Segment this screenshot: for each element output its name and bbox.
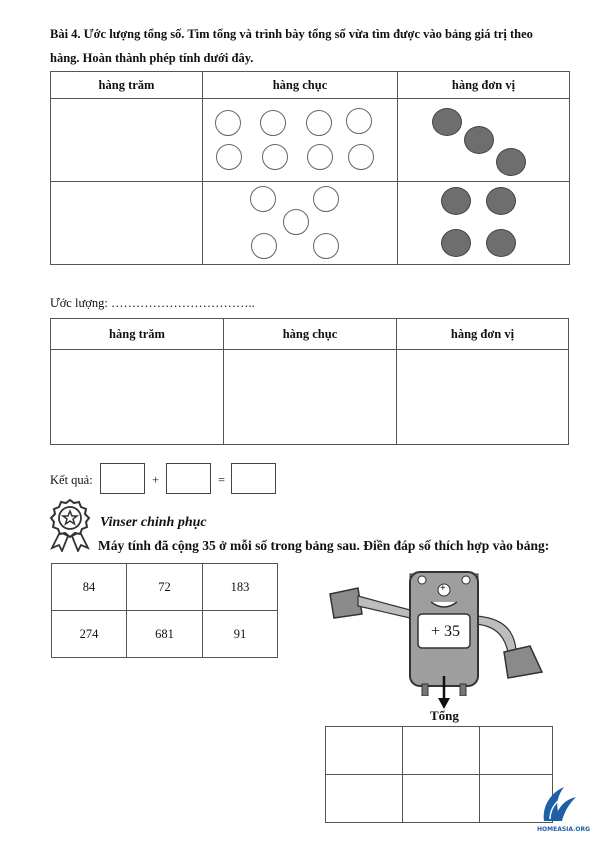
cell-hundreds-2 — [50, 181, 203, 265]
sum-answer-cell[interactable] — [402, 726, 480, 775]
number-cell: 183 — [202, 563, 278, 611]
ten-ring — [251, 233, 277, 259]
estimate-line: Ước lượng: …………………………….. — [50, 296, 255, 310]
ten-ring — [262, 144, 288, 170]
answer-cell-ones[interactable] — [396, 349, 569, 445]
sum-answer-cell[interactable] — [325, 774, 403, 823]
vinser-instruction: Máy tính đã cộng 35 ở mỗi số trong bảng … — [98, 538, 550, 553]
one-dot — [486, 187, 516, 215]
one-dot — [441, 229, 471, 257]
header-tens: hàng chục — [223, 318, 397, 350]
one-dot — [441, 187, 471, 215]
header-ones: hàng đơn vị — [396, 318, 569, 350]
header-ones: hàng đơn vị — [397, 71, 570, 99]
one-dot — [432, 108, 462, 136]
cell-ones-2 — [397, 181, 570, 265]
sum-label: Tổng — [430, 708, 459, 723]
equals-sign: = — [218, 473, 226, 487]
robot-button: + — [440, 583, 446, 594]
one-dot — [464, 126, 494, 154]
number-cell: 681 — [126, 610, 203, 658]
ten-ring — [250, 186, 276, 212]
number-cell: 274 — [51, 610, 127, 658]
homeasia-watermark: HOMEASIA.ORG — [537, 826, 591, 833]
header-hundreds: hàng trăm — [50, 71, 203, 99]
cell-hundreds-1 — [50, 98, 203, 182]
sum-answer-cell[interactable] — [402, 774, 480, 823]
plus-sign: + — [152, 473, 160, 487]
ten-ring — [306, 110, 332, 136]
one-dot — [486, 229, 516, 257]
one-dot — [496, 148, 526, 176]
place-value-table-2: hàng trăm hàng chục hàng đơn vị — [50, 318, 569, 445]
result-label: Kết quả: — [50, 473, 93, 487]
ten-ring — [313, 186, 339, 212]
ten-ring — [283, 209, 309, 235]
exercise-title-line1: Bài 4. Ước lượng tổng số. Tìm tổng và tr… — [50, 27, 533, 41]
ten-ring — [260, 110, 286, 136]
ten-ring — [313, 233, 339, 259]
sum-box[interactable] — [231, 463, 276, 494]
robot-screen-text: + 35 — [431, 623, 461, 640]
addend-box-2[interactable] — [166, 463, 211, 494]
number-cell: 91 — [202, 610, 278, 658]
header-hundreds: hàng trăm — [50, 318, 224, 350]
sum-answer-cell[interactable] — [325, 726, 403, 775]
addend-box-1[interactable] — [100, 463, 145, 494]
header-tens: hàng chục — [202, 71, 398, 99]
down-arrow-icon — [438, 676, 450, 709]
answer-cell-tens[interactable] — [223, 349, 397, 445]
vinser-heading: Vinser chinh phục — [100, 515, 207, 530]
homeasia-logo-icon — [543, 787, 576, 821]
ten-ring — [346, 108, 372, 134]
number-cell: 72 — [126, 563, 203, 611]
sum-answer-table — [325, 726, 553, 823]
medal-icon — [49, 498, 91, 552]
ten-ring — [216, 144, 242, 170]
sum-answer-cell[interactable] — [479, 726, 553, 775]
ten-ring — [215, 110, 241, 136]
exercise-title-line2: hàng. Hoàn thành phép tính dưới đây. — [50, 51, 254, 65]
ten-ring — [307, 144, 333, 170]
answer-cell-hundreds[interactable] — [50, 349, 224, 445]
ten-ring — [348, 144, 374, 170]
numbers-table: 84 72 183 274 681 91 — [51, 563, 278, 658]
number-cell: 84 — [51, 563, 127, 611]
